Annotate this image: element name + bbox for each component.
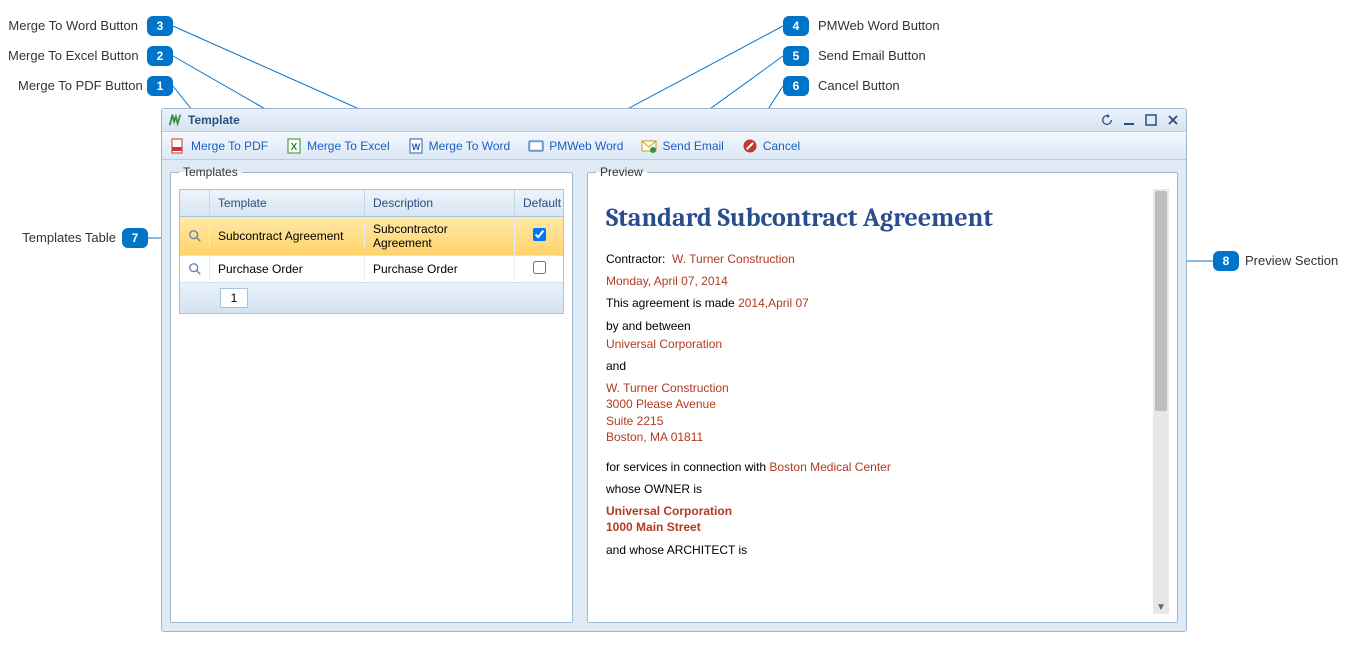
cancel-label: Cancel xyxy=(763,139,800,153)
email-icon xyxy=(641,138,657,154)
contractor-label: Contractor: xyxy=(606,252,665,266)
services-value: Boston Medical Center xyxy=(769,460,890,474)
template-window: Template Merge To PDF X Merge To Excel W… xyxy=(161,108,1187,632)
callout-badge-4: 4 xyxy=(783,16,809,36)
templates-table-header: Template Description Default xyxy=(180,190,563,217)
col-default[interactable]: Default xyxy=(515,190,563,216)
preview-document: Standard Subcontract Agreement Contracto… xyxy=(596,189,1169,614)
app-logo-icon xyxy=(168,113,182,127)
table-pager: 1 xyxy=(180,283,563,313)
callout-badge-2: 2 xyxy=(147,46,173,66)
maximize-icon[interactable] xyxy=(1144,113,1158,127)
party-b-addr3: Boston, MA 01811 xyxy=(606,430,703,444)
merge-to-excel-label: Merge To Excel xyxy=(307,139,389,153)
callout-badge-6: 6 xyxy=(783,76,809,96)
col-template[interactable]: Template xyxy=(210,190,365,216)
callout-merge-excel-label: Merge To Excel Button xyxy=(8,48,138,63)
callout-badge-1: 1 xyxy=(147,76,173,96)
callout-preview-label: Preview Section xyxy=(1245,253,1338,268)
doc-title: Standard Subcontract Agreement xyxy=(606,203,1151,233)
architect-label: and whose ARCHITECT is xyxy=(606,542,1151,558)
send-email-button[interactable]: Send Email xyxy=(641,138,723,154)
magnifier-icon[interactable] xyxy=(188,262,202,276)
cancel-button[interactable]: Cancel xyxy=(742,138,800,154)
cancel-icon xyxy=(742,138,758,154)
close-icon[interactable] xyxy=(1166,113,1180,127)
doc-date: Monday, April 07, 2014 xyxy=(606,273,1151,289)
page-number[interactable]: 1 xyxy=(220,288,248,308)
pmweb-word-icon xyxy=(528,138,544,154)
scroll-thumb[interactable] xyxy=(1155,191,1167,411)
callout-merge-word-label: Merge To Word Button xyxy=(8,18,138,33)
owner-name: Universal Corporation xyxy=(606,504,732,518)
row-template: Purchase Order xyxy=(210,257,365,281)
owner-addr: 1000 Main Street xyxy=(606,520,701,534)
excel-icon: X xyxy=(286,138,302,154)
row-description: Subcontractor Agreement xyxy=(365,217,515,255)
window-title: Template xyxy=(188,113,1100,127)
merge-to-pdf-button[interactable]: Merge To PDF xyxy=(170,138,268,154)
callout-badge-3: 3 xyxy=(147,16,173,36)
templates-legend: Templates xyxy=(179,165,242,179)
toolbar: Merge To PDF X Merge To Excel W Merge To… xyxy=(162,132,1186,160)
table-row[interactable]: Purchase Order Purchase Order xyxy=(180,256,563,283)
col-description[interactable]: Description xyxy=(365,190,515,216)
agreement-prefix: This agreement is made xyxy=(606,296,735,310)
scroll-down-icon[interactable]: ▼ xyxy=(1153,600,1169,614)
callout-send-email-label: Send Email Button xyxy=(818,48,926,63)
row-default-checkbox[interactable] xyxy=(533,261,546,274)
callout-merge-pdf-label: Merge To PDF Button xyxy=(18,78,138,93)
templates-panel: Templates Template Description Default S… xyxy=(170,165,573,623)
row-description: Purchase Order xyxy=(365,257,515,281)
templates-table: Template Description Default Subcontract… xyxy=(179,189,564,314)
merge-to-excel-button[interactable]: X Merge To Excel xyxy=(286,138,389,154)
merge-to-word-label: Merge To Word xyxy=(429,139,511,153)
merge-to-pdf-label: Merge To PDF xyxy=(191,139,268,153)
merge-to-word-button[interactable]: W Merge To Word xyxy=(408,138,511,154)
party-a: Universal Corporation xyxy=(606,336,1151,352)
send-email-label: Send Email xyxy=(662,139,723,153)
preview-legend: Preview xyxy=(596,165,647,179)
services-prefix: for services in connection with xyxy=(606,460,766,474)
owner-label: whose OWNER is xyxy=(606,481,1151,497)
word-icon: W xyxy=(408,138,424,154)
svg-text:W: W xyxy=(411,142,420,152)
titlebar[interactable]: Template xyxy=(162,109,1186,132)
agreement-date: 2014,April 07 xyxy=(738,296,809,310)
party-b-addr2: Suite 2215 xyxy=(606,414,663,428)
row-template: Subcontract Agreement xyxy=(210,224,365,248)
pmweb-word-button[interactable]: PMWeb Word xyxy=(528,138,623,154)
preview-scrollbar[interactable]: ▲ ▼ xyxy=(1153,189,1169,614)
callout-cancel-label: Cancel Button xyxy=(818,78,900,93)
contractor-value: W. Turner Construction xyxy=(672,252,795,266)
and-label: and xyxy=(606,358,1151,374)
callout-templates-table-label: Templates Table xyxy=(16,230,116,245)
callout-pmweb-word-label: PMWeb Word Button xyxy=(818,18,940,33)
table-row[interactable]: Subcontract Agreement Subcontractor Agre… xyxy=(180,217,563,256)
callout-badge-8: 8 xyxy=(1213,251,1239,271)
magnifier-icon[interactable] xyxy=(188,229,202,243)
pdf-icon xyxy=(170,138,186,154)
preview-panel: Preview Standard Subcontract Agreement C… xyxy=(587,165,1178,623)
pmweb-word-label: PMWeb Word xyxy=(549,139,623,153)
party-b-name: W. Turner Construction xyxy=(606,381,729,395)
row-default-checkbox[interactable] xyxy=(533,228,546,241)
by-and-between: by and between xyxy=(606,318,1151,334)
refresh-icon[interactable] xyxy=(1100,113,1114,127)
callout-badge-5: 5 xyxy=(783,46,809,66)
svg-text:X: X xyxy=(291,142,298,153)
minimize-icon[interactable] xyxy=(1122,113,1136,127)
callout-badge-7: 7 xyxy=(122,228,148,248)
party-b-addr1: 3000 Please Avenue xyxy=(606,397,716,411)
